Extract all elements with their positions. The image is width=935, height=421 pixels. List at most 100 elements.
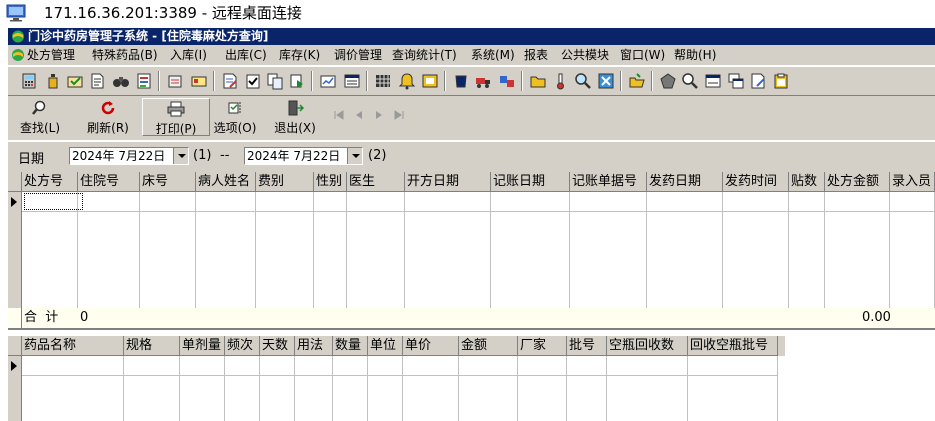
cup-icon[interactable] <box>452 72 470 90</box>
date-to-picker[interactable]: 2024年 7月22日 <box>244 147 363 165</box>
first-record-icon[interactable] <box>334 110 344 120</box>
focused-cell[interactable] <box>24 193 83 210</box>
drug-list-icon[interactable] <box>135 72 153 90</box>
cascade-windows-icon[interactable] <box>727 72 745 90</box>
open-folder-icon[interactable] <box>628 72 646 90</box>
menu-system[interactable]: 系统(M) <box>471 47 515 63</box>
column-header[interactable]: 处方号 <box>22 172 78 192</box>
menu-help[interactable]: 帮助(H) <box>674 47 716 63</box>
column-header[interactable]: 住院号 <box>78 172 140 192</box>
search-button[interactable]: 查找(L) <box>14 98 66 136</box>
menu-window[interactable]: 窗口(W) <box>620 47 665 63</box>
column-header[interactable]: 厂家 <box>518 336 567 356</box>
edit-doc-icon[interactable] <box>749 72 767 90</box>
transfer-icon[interactable] <box>498 72 516 90</box>
menu-stock-out[interactable]: 出库(C) <box>225 47 267 63</box>
bottle-icon[interactable] <box>44 72 62 90</box>
column-header[interactable]: 批号 <box>567 336 607 356</box>
checklist-icon[interactable] <box>244 72 262 90</box>
column-header[interactable]: 费别 <box>256 172 314 192</box>
chevron-down-icon[interactable] <box>347 148 362 164</box>
column-header[interactable]: 床号 <box>140 172 196 192</box>
column-header[interactable]: 记账日期 <box>491 172 570 192</box>
grid-row-line <box>22 375 778 376</box>
grid-column-line <box>490 192 491 308</box>
column-header[interactable]: 数量 <box>333 336 368 356</box>
next-record-icon[interactable] <box>374 110 384 120</box>
column-header[interactable]: 单价 <box>403 336 459 356</box>
column-header[interactable]: 发药时间 <box>723 172 789 192</box>
card-icon[interactable] <box>190 72 208 90</box>
clipboard-icon[interactable] <box>772 72 790 90</box>
grid-column-line <box>566 356 567 421</box>
grid-column-line <box>517 356 518 421</box>
date-to-value: 2024年 7月22日 <box>247 149 341 163</box>
current-row-pointer-icon <box>11 361 17 371</box>
mail-check-icon[interactable] <box>66 72 84 90</box>
menu-stock-in[interactable]: 入库(I) <box>170 47 207 63</box>
column-header[interactable]: 开方日期 <box>405 172 491 192</box>
exit-button[interactable]: 退出(X) <box>270 98 320 136</box>
gem-icon[interactable] <box>659 72 677 90</box>
print-button[interactable]: 打印(P) <box>142 98 210 136</box>
prescription-grid[interactable]: 处方号 住院号 床号 病人姓名 费别 性别 医生 开方日期 记账日期 记账单据号 发药日期 发药时间贴… <box>8 172 935 330</box>
form-edit-icon[interactable] <box>221 72 239 90</box>
column-header[interactable]: 规格 <box>124 336 180 356</box>
prev-record-icon[interactable] <box>354 110 364 120</box>
column-header[interactable]: 药品名称 <box>22 336 124 356</box>
bell-icon[interactable] <box>398 72 416 90</box>
grid-column-line <box>346 192 347 308</box>
register-icon[interactable] <box>166 72 184 90</box>
toolbar-separator <box>444 71 446 91</box>
menu-query-stats[interactable]: 查询统计(T) <box>392 47 457 63</box>
menu-prescription[interactable]: 处方管理 <box>27 47 75 63</box>
column-header[interactable]: 贴数 <box>789 172 825 192</box>
column-header[interactable]: 单位 <box>368 336 403 356</box>
folder-icon[interactable] <box>529 72 547 90</box>
menu-reports[interactable]: 报表 <box>524 47 548 63</box>
column-header[interactable]: 病人姓名 <box>196 172 256 192</box>
binoculars-icon[interactable] <box>112 72 130 90</box>
menu-common[interactable]: 公共模块 <box>561 47 609 63</box>
options-button[interactable]: 选项(O) <box>210 98 260 136</box>
menu-price-adjust[interactable]: 调价管理 <box>334 47 382 63</box>
thermometer-icon[interactable] <box>551 72 569 90</box>
column-header[interactable]: 医生 <box>347 172 405 192</box>
magnifier-icon[interactable] <box>574 72 592 90</box>
chart-edit-icon[interactable] <box>319 72 337 90</box>
menu-special-drugs[interactable]: 特殊药品(B) <box>92 47 158 63</box>
truck-icon[interactable] <box>474 72 492 90</box>
column-header[interactable]: 单剂量 <box>180 336 225 356</box>
import-arrow-icon[interactable] <box>288 72 306 90</box>
column-header[interactable]: 处方金额 <box>825 172 890 192</box>
last-record-icon[interactable] <box>394 110 404 120</box>
chevron-down-icon[interactable] <box>173 148 188 164</box>
date-from-picker[interactable]: 2024年 7月22日 <box>69 147 189 165</box>
drug-detail-grid[interactable]: 药品名称 规格 单剂量 频次 天数 用法 数量 单位 单价 金额 厂家 批号 空瓶回收数 回收空瓶批号 <box>8 336 935 421</box>
cancel-box-icon[interactable] <box>597 72 615 90</box>
total-count: 0 <box>80 310 89 325</box>
grid-icon[interactable] <box>374 72 392 90</box>
calculator-icon[interactable] <box>20 72 38 90</box>
exit-label: 退出(X) <box>274 121 316 135</box>
column-header[interactable]: 天数 <box>260 336 295 356</box>
column-header[interactable]: 金额 <box>459 336 518 356</box>
column-header[interactable]: 性别 <box>314 172 347 192</box>
column-header[interactable]: 空瓶回收数 <box>607 336 688 356</box>
column-header[interactable]: 录入员 <box>890 172 935 192</box>
refresh-button[interactable]: 刷新(R) <box>82 98 134 136</box>
column-header[interactable]: 频次 <box>225 336 260 356</box>
menu-inventory[interactable]: 库存(K) <box>279 47 320 63</box>
copy-doc-icon[interactable] <box>266 72 284 90</box>
column-header[interactable]: 回收空瓶批号 <box>688 336 778 356</box>
column-header[interactable]: 记账单据号 <box>570 172 647 192</box>
badge-icon[interactable] <box>421 72 439 90</box>
document-icon[interactable] <box>88 72 106 90</box>
drug-grid-header: 药品名称 规格 单剂量 频次 天数 用法 数量 单位 单价 金额 厂家 批号 空瓶回收数 回收空瓶批号 <box>22 336 785 356</box>
column-header[interactable]: 用法 <box>295 336 333 356</box>
zoom-icon[interactable] <box>681 72 699 90</box>
grid-column-line <box>889 192 890 308</box>
window-icon[interactable] <box>704 72 722 90</box>
window-list-icon[interactable] <box>343 72 361 90</box>
column-header[interactable]: 发药日期 <box>647 172 723 192</box>
